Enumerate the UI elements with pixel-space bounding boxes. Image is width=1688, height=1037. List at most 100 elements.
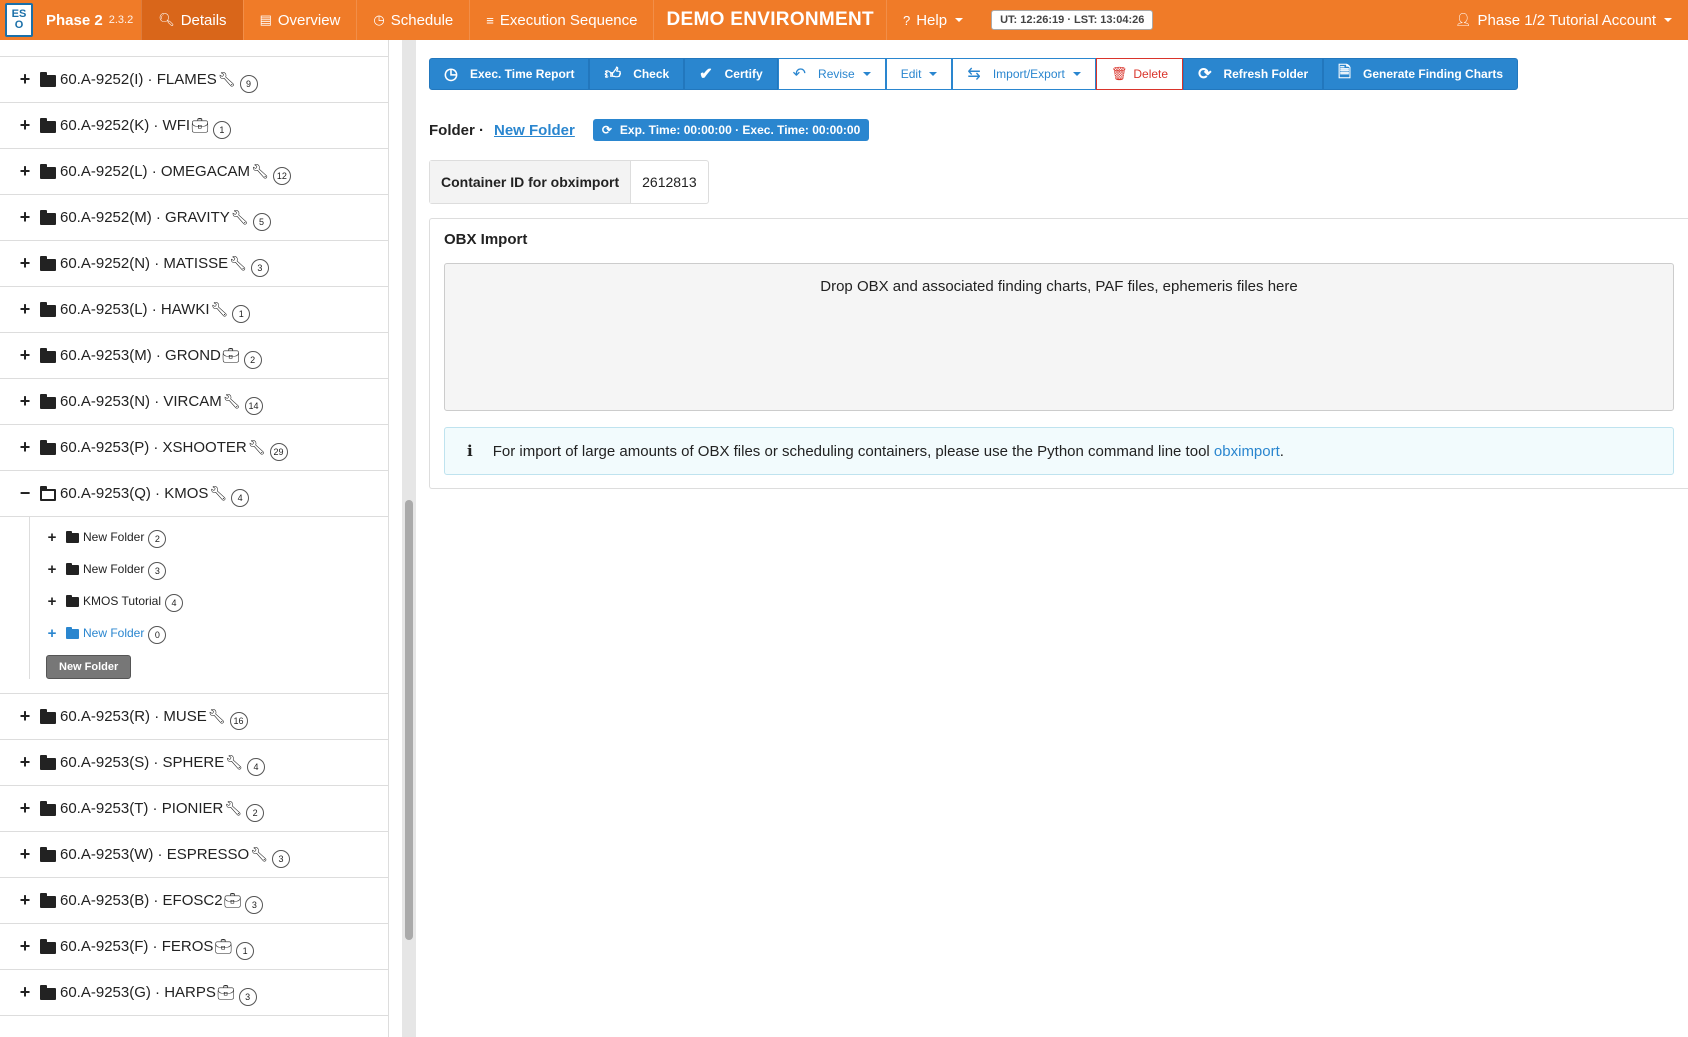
check-button[interactable]: 👍︎ Check	[589, 58, 685, 90]
eso-logo[interactable]: ES O	[0, 0, 38, 40]
generate-finding-charts-button[interactable]: 🗎︎ Generate Finding Charts	[1323, 58, 1519, 90]
expand-icon[interactable]: +	[46, 593, 58, 610]
obximport-link[interactable]: obximport	[1214, 443, 1280, 460]
app-brand[interactable]: Phase 2 2.3.2	[38, 0, 141, 40]
caret-down-icon	[1072, 72, 1081, 76]
tree-row[interactable]: +60.A-9253(G) · HARPS 💼︎ 3	[0, 970, 388, 1016]
expand-icon[interactable]: +	[18, 437, 32, 458]
nav-execution-sequence-label: Execution Sequence	[499, 11, 638, 29]
expand-icon[interactable]: +	[18, 115, 32, 136]
tree-row-label: 60.A-9253(N) · VIRCAM	[60, 393, 222, 410]
folder-icon	[40, 800, 56, 816]
count-badge: 4	[165, 594, 184, 612]
folder-name-link[interactable]: New Folder	[494, 122, 575, 139]
folder-icon	[40, 71, 56, 87]
time-text: UT: 12:26:19 · LST: 13:04:26	[991, 10, 1154, 30]
delete-label: Delete	[1133, 67, 1169, 81]
expand-icon[interactable]: +	[18, 207, 32, 228]
exec-time-report-button[interactable]: ◷ Exec. Time Report	[429, 58, 590, 90]
container-id-box: Container ID for obximport 2612813	[429, 160, 709, 204]
refresh-icon: ⟳	[601, 123, 612, 137]
refresh-folder-button[interactable]: ⟳ Refresh Folder	[1183, 58, 1324, 90]
tree-row-label: 60.A-9252(I) · FLAMES	[60, 71, 217, 88]
tree-row[interactable]: +60.A-9253(N) · VIRCAM 🔧︎ 14	[0, 379, 388, 425]
nav-overview[interactable]: ▤ Overview	[242, 0, 357, 40]
edit-button[interactable]: Edit	[885, 58, 953, 90]
tree-row[interactable]: +60.A-9252(K) · WFI 💼︎ 1	[0, 103, 388, 149]
scrollbar-thumb[interactable]	[405, 500, 413, 940]
tree-row-label: 60.A-9253(S) · SPHERE	[60, 754, 225, 771]
caret-down-icon	[1664, 18, 1672, 22]
wrench-icon: 🔧︎	[225, 754, 244, 770]
count-badge: 5	[252, 212, 271, 231]
tree-row[interactable]: +60.A-9253(R) · MUSE 🔧︎ 16	[0, 694, 388, 740]
nav-execution-sequence[interactable]: ≡ Execution Sequence	[469, 0, 653, 40]
wrench-icon: 🔧︎	[210, 301, 229, 317]
obx-drop-zone[interactable]: Drop OBX and associated finding charts, …	[444, 263, 1674, 411]
environment-label: DEMO ENVIRONMENT	[653, 0, 885, 40]
certify-label: Certify	[724, 67, 763, 81]
tree-row[interactable]: +60.A-9252(N) · MATISSE 🔧︎ 3	[0, 241, 388, 287]
expand-icon[interactable]: +	[18, 844, 32, 865]
account-label: Phase 1/2 Tutorial Account	[1477, 11, 1656, 29]
expand-icon[interactable]: +	[18, 69, 32, 90]
tree-row[interactable]: +60.A-9253(M) · GROND 💼︎ 2	[0, 333, 388, 379]
nav-details[interactable]: 🔍︎ Details	[141, 0, 243, 40]
folder-icon	[66, 627, 79, 639]
expand-icon[interactable]: +	[46, 529, 58, 546]
tree-row-label: 60.A-9253(L) · HAWKI	[60, 301, 210, 318]
tree-row-label: 60.A-9252(K) · WFI	[60, 117, 191, 134]
tree-row-expanded[interactable]: − 60.A-9253(Q) · KMOS 🔧︎ 4	[0, 471, 388, 517]
sidebar-scrollbar[interactable]	[402, 40, 416, 1037]
expand-icon[interactable]: +	[18, 706, 32, 727]
wrench-icon: 🔧︎	[250, 846, 269, 862]
edit-label: Edit	[900, 67, 922, 81]
briefcase-icon: 💼︎	[214, 938, 233, 954]
expand-icon[interactable]: +	[18, 936, 32, 957]
child-folder-selected[interactable]: + New Folder 0	[0, 617, 388, 649]
expand-icon[interactable]: +	[18, 345, 32, 366]
child-folder-label: KMOS Tutorial	[83, 594, 162, 608]
tree-row[interactable]: +60.A-9252(M) · GRAVITY 🔧︎ 5	[0, 195, 388, 241]
tree-row[interactable]: +60.A-9253(B) · EFOSC2 💼︎ 3	[0, 878, 388, 924]
tree-row[interactable]: +60.A-9252(L) · OMEGACAM 🔧︎ 12	[0, 149, 388, 195]
account-menu[interactable]: 👤︎ Phase 1/2 Tutorial Account	[1439, 0, 1688, 40]
transfer-icon: ⇆	[967, 66, 981, 83]
tree-row[interactable]: +60.A-9253(S) · SPHERE 🔧︎ 4	[0, 740, 388, 786]
expand-icon[interactable]: +	[46, 625, 58, 642]
expand-icon[interactable]: +	[46, 561, 58, 578]
expand-icon[interactable]: +	[18, 253, 32, 274]
info-text-end: .	[1279, 442, 1284, 460]
child-folder[interactable]: + New Folder 3	[0, 553, 388, 585]
info-icon: i	[467, 442, 473, 460]
tree-row[interactable]: +60.A-9253(L) · HAWKI 🔧︎ 1	[0, 287, 388, 333]
tree-row[interactable]: +60.A-9253(T) · PIONIER 🔧︎ 2	[0, 786, 388, 832]
tree-row[interactable]: +60.A-9253(W) · ESPRESSO 🔧︎ 3	[0, 832, 388, 878]
tree-row-label: 60.A-9252(M) · GRAVITY	[60, 209, 230, 226]
expand-icon[interactable]: +	[18, 391, 32, 412]
expand-icon[interactable]: +	[18, 161, 32, 182]
app-name: Phase 2	[46, 11, 103, 29]
tree-row[interactable]: +60.A-9253(P) · XSHOOTER 🔧︎ 29	[0, 425, 388, 471]
help-menu[interactable]: ? Help	[885, 0, 979, 40]
expand-icon[interactable]: +	[18, 299, 32, 320]
nav-schedule[interactable]: ◷ Schedule	[356, 0, 469, 40]
tree-row[interactable]: +60.A-9252(I) · FLAMES 🔧︎ 9	[0, 57, 388, 103]
tree-row[interactable]: +60.A-9253(F) · FEROS 💼︎ 1	[0, 924, 388, 970]
certify-button[interactable]: ✔ Certify	[684, 58, 778, 90]
clock-icon: ◷	[444, 66, 458, 83]
expand-icon[interactable]: +	[18, 798, 32, 819]
folder-icon	[40, 347, 56, 363]
expand-icon[interactable]: +	[18, 752, 32, 773]
import-export-button[interactable]: ⇆ Import/Export	[952, 58, 1096, 90]
collapse-icon[interactable]: −	[18, 483, 32, 504]
expand-icon[interactable]: +	[18, 890, 32, 911]
folder-icon	[40, 708, 56, 724]
delete-button[interactable]: 🗑︎ Delete	[1095, 58, 1184, 90]
revise-button[interactable]: ↶ Revise	[777, 58, 886, 90]
child-folder[interactable]: + KMOS Tutorial 4	[0, 585, 388, 617]
expand-icon[interactable]: +	[18, 982, 32, 1003]
exec-time-badge[interactable]: ⟳ Exp. Time: 00:00:00 · Exec. Time: 00:00…	[592, 119, 870, 141]
child-folder[interactable]: + New Folder 2	[0, 521, 388, 553]
new-folder-button[interactable]: New Folder	[46, 655, 132, 679]
